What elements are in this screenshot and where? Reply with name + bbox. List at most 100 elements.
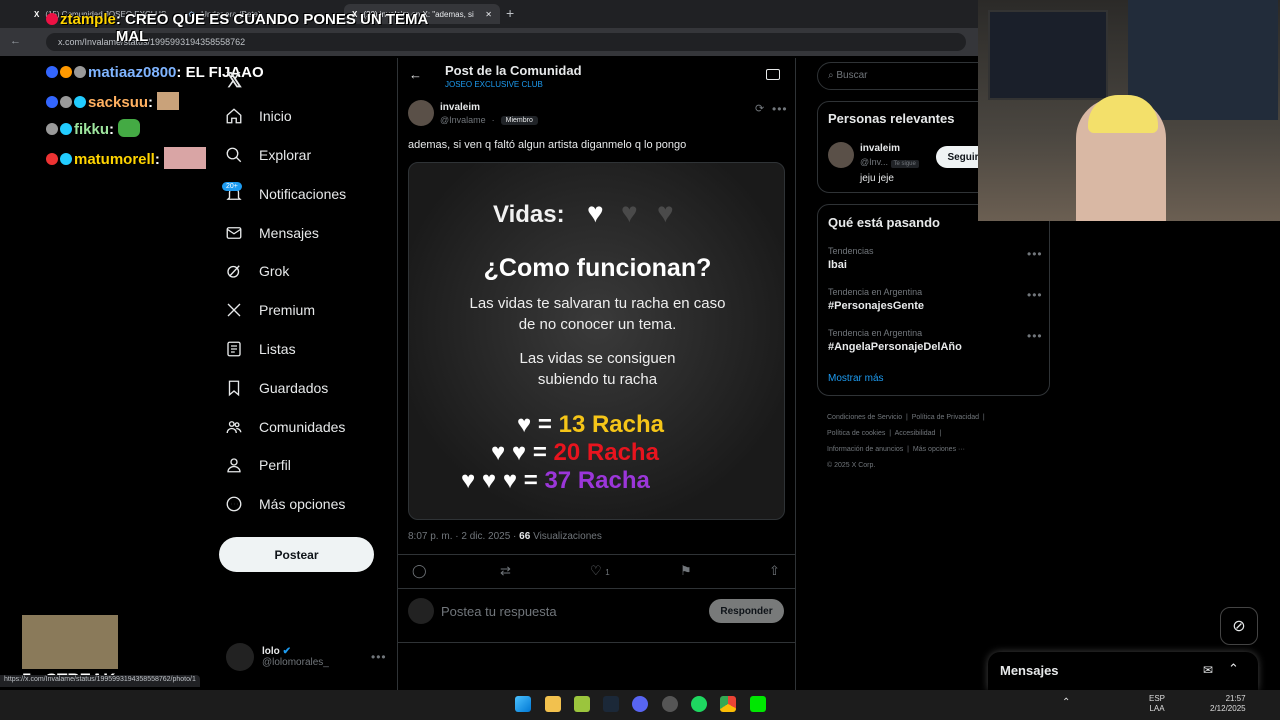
page-title: Post de la Comunidad (445, 63, 582, 78)
sidebar-item-notificaciones[interactable]: Notificaciones (225, 185, 346, 203)
account-switcher[interactable]: lolo ✔ @lolomorales_ (226, 643, 329, 671)
webcam-overlay (978, 0, 1280, 221)
streak-avatar-image (22, 615, 118, 669)
image-text: de no conocer un tema. (518, 316, 677, 333)
chrome-icon[interactable] (720, 696, 736, 712)
x-logo-icon (227, 303, 241, 317)
post-button[interactable]: Postear (219, 537, 374, 572)
divider (398, 554, 795, 555)
badge-icon (74, 66, 86, 78)
search-input[interactable]: ⌕ Buscar (817, 62, 992, 90)
show-more-link[interactable]: Mostrar más (828, 373, 884, 384)
bookmark-icon[interactable]: ⚑ (680, 563, 692, 579)
notification-count-badge: 20+ (222, 182, 242, 191)
badge-icon (60, 153, 72, 165)
avatar[interactable] (828, 142, 854, 168)
divider (398, 642, 795, 643)
user-bio: jeju jeje (860, 173, 894, 184)
sidebar-item-inicio[interactable]: Inicio (225, 107, 292, 125)
language-indicator[interactable]: ESP LAA (1149, 694, 1165, 714)
post-image[interactable]: Vidas: ♥ ♥ ♥ ¿Como funcionan? Las vidas … (408, 162, 785, 520)
discord-icon[interactable] (632, 696, 648, 712)
app-icon[interactable] (662, 696, 678, 712)
community-link[interactable]: JOSEO EXCLUSIVE CLUB (445, 80, 543, 89)
vidas-label: Vidas: (493, 201, 565, 228)
chat-line: fikku: (46, 119, 141, 138)
sidebar-item-grok[interactable]: Grok (225, 262, 289, 280)
badge-icon (46, 153, 58, 165)
more-dots-icon[interactable]: ••• (1027, 247, 1043, 261)
sidebar-item-comunidades[interactable]: Comunidades (225, 418, 345, 436)
reply-icon[interactable]: ◯ (412, 563, 427, 579)
messages-drawer[interactable]: Mensajes ✉ ⌃ (988, 652, 1258, 690)
author-name[interactable]: invaleim (440, 102, 480, 113)
emote-image (164, 147, 207, 169)
close-icon[interactable]: ✕ (485, 10, 492, 19)
image-heading: ¿Como funcionan? (483, 254, 712, 282)
sidebar-item-premium[interactable]: Premium (225, 301, 315, 319)
image-text: Las vidas se consiguen (519, 350, 676, 367)
reply-input[interactable]: Postea tu respuesta (441, 604, 557, 619)
back-button[interactable]: ← (409, 67, 422, 82)
more-dots-icon[interactable]: ••• (772, 102, 788, 116)
grok-icon[interactable]: ⊘ (1220, 607, 1258, 645)
user-handle: @Inv... Te sigue (860, 157, 919, 168)
badge-icon (74, 96, 86, 108)
grok-icon[interactable]: ⟳ (755, 102, 764, 115)
trend-item[interactable]: Tendencia en Argentina #PersonajesGente (828, 287, 924, 312)
sidebar-item-mas-opciones[interactable]: Más opciones (225, 495, 345, 513)
chevron-up-icon[interactable]: ⌃ (1228, 661, 1239, 677)
divider (398, 588, 795, 589)
sidebar-item-explorar[interactable]: Explorar (225, 146, 311, 164)
badge-icon (60, 96, 72, 108)
trend-item[interactable]: Tendencias Ibai (828, 246, 874, 271)
like-button[interactable]: ♡ 1 (590, 563, 610, 579)
heart-icon: ♥ (517, 411, 532, 438)
clock[interactable]: 21:57 2/12/2025 (1210, 694, 1246, 714)
x-logo-icon[interactable]: 𝕏 (226, 68, 242, 93)
heart-icon: ♥ (657, 197, 674, 228)
kick-icon[interactable] (750, 696, 766, 712)
sword-icon (46, 96, 58, 108)
windows-start-icon[interactable] (515, 696, 531, 712)
sidebar-item-perfil[interactable]: Perfil (225, 456, 291, 474)
emote-image (157, 92, 180, 110)
sidebar-item-guardados[interactable]: Guardados (225, 379, 328, 397)
app-icon[interactable] (574, 696, 590, 712)
sidebar-item-mensajes[interactable]: Mensajes (225, 224, 319, 242)
footer-links: Condiciones de Servicio | Política de Pr… (827, 414, 985, 469)
repost-icon[interactable]: ⇄ (500, 563, 511, 579)
chevron-up-icon[interactable]: ⌃ (1062, 697, 1070, 708)
steam-icon[interactable] (603, 696, 619, 712)
verified-icon: ✔ (282, 646, 291, 657)
author-meta: @Invalame · Miembro (440, 115, 538, 125)
book-icon[interactable] (766, 69, 780, 80)
window-image (1128, 0, 1278, 120)
tier-row: ♥ ♥ ♥ = 37 Racha (461, 467, 650, 494)
card-title: Qué está pasando (828, 215, 940, 230)
badge-icon (46, 123, 58, 135)
chat-line: matumorell: (46, 147, 207, 169)
more-dots-icon[interactable]: ••• (1027, 288, 1043, 302)
reply-button[interactable]: Responder (709, 599, 784, 623)
folder-icon[interactable] (545, 696, 561, 712)
x-logo-icon: X (34, 9, 40, 19)
tier-row: ♥ ♥ = 20 Racha (491, 439, 659, 466)
share-icon[interactable]: ⇧ (769, 563, 780, 579)
grok-icon (227, 265, 240, 278)
back-arrow-icon[interactable]: ← (10, 35, 21, 47)
author-avatar[interactable] (408, 100, 434, 126)
heart-icon: ♥ ♥ ♥ (461, 467, 518, 494)
sidebar-item-listas[interactable]: Listas (225, 340, 296, 358)
heart-icon: ♥ ♥ (491, 439, 527, 466)
tier-row: ♥ = 13 Racha (517, 411, 665, 438)
more-dots-icon[interactable]: ••• (371, 650, 387, 664)
new-tab-button[interactable]: + (506, 5, 514, 21)
compose-message-icon[interactable]: ✉ (1203, 663, 1213, 677)
more-dots-icon[interactable]: ••• (1027, 329, 1043, 343)
user-name[interactable]: invaleim (860, 143, 900, 154)
sword-icon (46, 66, 58, 78)
spotify-icon[interactable] (691, 696, 707, 712)
trend-item[interactable]: Tendencia en Argentina #AngelaPersonajeD… (828, 328, 962, 353)
image-text: Las vidas te salvaran tu racha en caso (469, 295, 726, 312)
